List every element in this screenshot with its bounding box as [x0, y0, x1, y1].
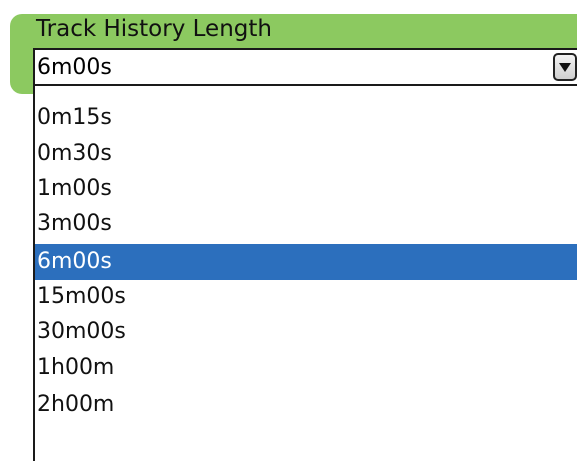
- option-0m30s[interactable]: 0m30s: [35, 136, 577, 172]
- track-history-length-select[interactable]: 6m00s: [33, 48, 577, 86]
- track-history-settings: Track History Length 6m00s 0m15s 0m30s 1…: [0, 0, 577, 461]
- option-3m00s[interactable]: 3m00s: [35, 206, 577, 242]
- selected-value: 6m00s: [37, 55, 112, 80]
- chevron-down-icon[interactable]: [553, 53, 577, 81]
- option-6m00s[interactable]: 6m00s: [35, 244, 577, 280]
- dropdown-list: 0m15s 0m30s 1m00s 3m00s 6m00s 15m00s 30m…: [33, 86, 577, 461]
- option-30m00s[interactable]: 30m00s: [35, 314, 577, 350]
- option-15m00s[interactable]: 15m00s: [35, 279, 577, 315]
- option-2h00m[interactable]: 2h00m: [35, 387, 577, 423]
- option-1m00s[interactable]: 1m00s: [35, 171, 577, 207]
- option-1h00m[interactable]: 1h00m: [35, 350, 577, 386]
- panel-title: Track History Length: [36, 16, 272, 42]
- option-0m15s[interactable]: 0m15s: [35, 100, 577, 136]
